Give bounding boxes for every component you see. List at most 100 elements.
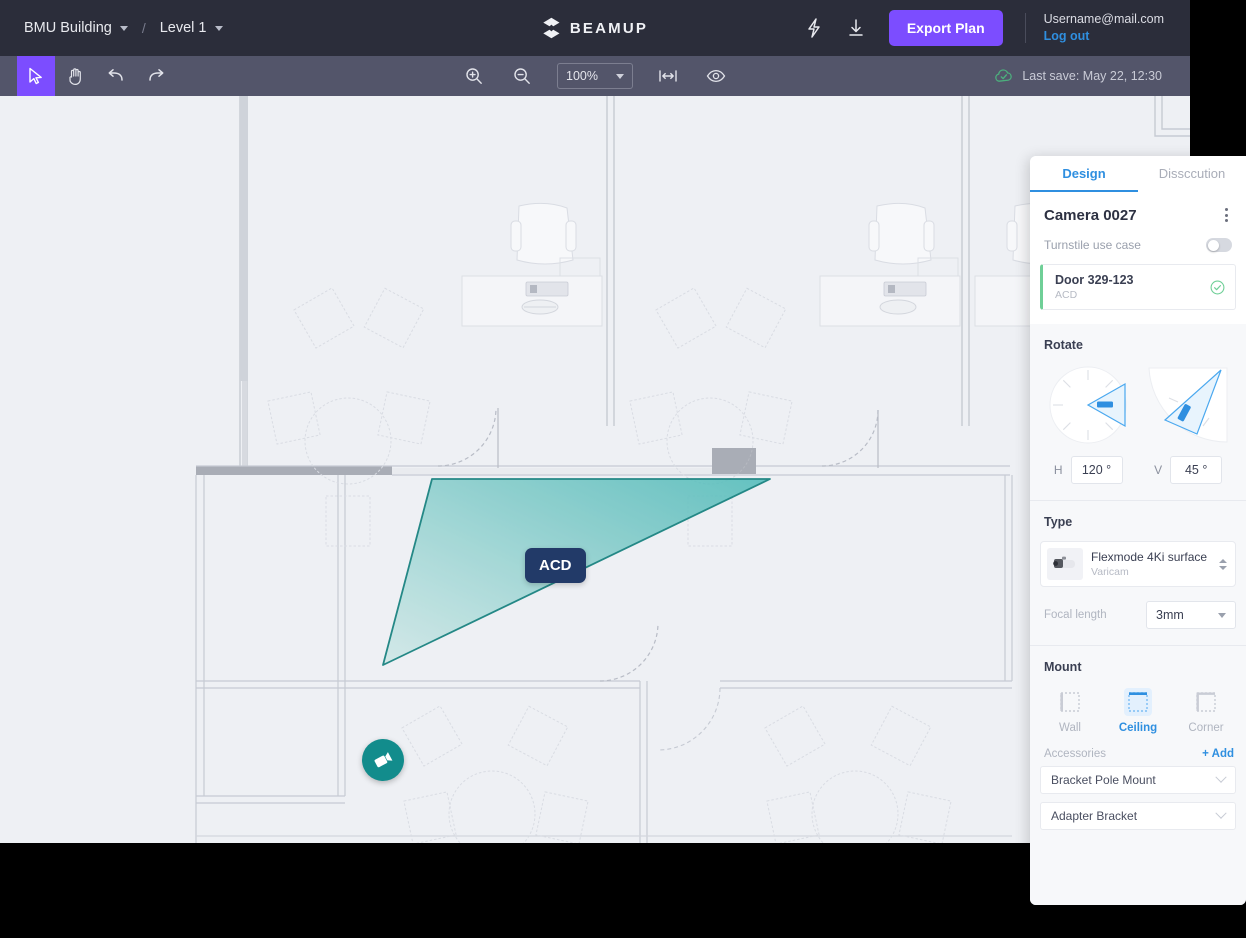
chevron-down-icon	[616, 74, 624, 79]
horizontal-angle-label: H	[1054, 463, 1063, 477]
zoom-in-icon	[465, 67, 483, 85]
mount-option-corner[interactable]: Corner	[1180, 688, 1232, 734]
redo-button[interactable]	[137, 56, 175, 96]
breadcrumb-item-level[interactable]: Level 1	[160, 20, 223, 36]
logout-link[interactable]: Log out	[1044, 28, 1164, 45]
breadcrumb-item-building[interactable]: BMU Building	[24, 20, 128, 36]
mount-corner-label: Corner	[1188, 722, 1223, 734]
horizontal-rotate-dial[interactable]	[1047, 364, 1129, 446]
zoom-out-icon	[513, 67, 531, 85]
properties-panel: Design Dissccution Camera 0027 Turnstile…	[1030, 156, 1246, 905]
tab-dissccution[interactable]: Dissccution	[1138, 156, 1246, 192]
focal-length-select[interactable]: 3mm	[1146, 601, 1236, 629]
tab-design[interactable]: Design	[1030, 156, 1138, 192]
focal-length-value: 3mm	[1156, 608, 1184, 622]
camera-thumb-icon	[1047, 548, 1083, 580]
rotate-dials	[1030, 356, 1246, 450]
panel-tabs: Design Dissccution	[1030, 156, 1246, 192]
cloud-check-icon	[994, 68, 1014, 84]
app-header: BMU Building / Level 1 BEAMUP	[0, 0, 1190, 56]
undo-button[interactable]	[97, 56, 135, 96]
focal-length-label: Focal length	[1044, 609, 1107, 621]
mount-ceiling-label: Ceiling	[1119, 722, 1157, 734]
mount-option-ceiling[interactable]: Ceiling	[1112, 688, 1164, 734]
panel-title: Camera 0027	[1044, 207, 1137, 224]
logo-text: BEAMUP	[570, 20, 648, 37]
floorplan-canvas[interactable]: ACD	[0, 96, 1190, 843]
rotate-section-title: Rotate	[1030, 324, 1246, 356]
vertical-angle-input[interactable]: 45 °	[1170, 456, 1222, 484]
accessory-label: Adapter Bracket	[1051, 809, 1137, 823]
turnstile-label: Turnstile use case	[1044, 238, 1141, 252]
accessories-title: Accessories	[1044, 748, 1106, 760]
user-account: Username@mail.com Log out	[1044, 11, 1190, 45]
mount-ceiling-icon	[1124, 688, 1152, 716]
horizontal-angle-input[interactable]: 120 °	[1071, 456, 1123, 484]
app-root: BMU Building / Level 1 BEAMUP	[0, 0, 1246, 938]
lightning-icon[interactable]	[797, 11, 831, 45]
vertical-angle-group: V 45 °	[1154, 456, 1222, 484]
mount-section-title: Mount	[1030, 646, 1246, 678]
breadcrumb-building-label: BMU Building	[24, 20, 112, 36]
chevron-down-icon	[120, 26, 128, 31]
stepper-icon[interactable]	[1215, 559, 1227, 570]
header-actions: Export Plan Username@mail.com Log out	[797, 10, 1190, 46]
fit-to-width-icon	[658, 69, 678, 83]
vertical-angle-label: V	[1154, 463, 1162, 477]
mount-wall-icon	[1056, 688, 1084, 716]
visibility-button[interactable]	[697, 56, 735, 96]
door-subtitle: ACD	[1055, 289, 1134, 301]
zoom-level-value: 100%	[566, 69, 598, 83]
cursor-icon	[28, 67, 44, 85]
accessory-select-bracket-pole-mount[interactable]: Bracket Pole Mount	[1040, 766, 1236, 794]
toolbar-tools	[0, 56, 175, 96]
header-divider	[1025, 13, 1026, 43]
fit-to-width-button[interactable]	[649, 56, 687, 96]
breadcrumb: BMU Building / Level 1	[0, 20, 223, 36]
beamup-logo-icon	[542, 17, 561, 39]
eye-icon	[706, 69, 726, 83]
accessory-select-adapter-bracket[interactable]: Adapter Bracket	[1040, 802, 1236, 830]
hand-icon	[67, 66, 85, 86]
zoom-out-button[interactable]	[503, 56, 541, 96]
chevron-down-icon	[215, 26, 223, 31]
export-plan-button[interactable]: Export Plan	[889, 10, 1003, 46]
camera-type-brand: Varicam	[1091, 566, 1207, 578]
chevron-down-icon	[1218, 613, 1226, 618]
zoom-level-select[interactable]: 100%	[557, 63, 633, 89]
door-card[interactable]: Door 329-123 ACD	[1040, 264, 1236, 310]
cursor-tool-button[interactable]	[17, 56, 55, 96]
rotate-angle-inputs: H 120 ° V 45 °	[1030, 450, 1246, 500]
vertical-rotate-dial[interactable]	[1147, 364, 1229, 446]
undo-icon	[106, 68, 126, 84]
accessories-add-button[interactable]: + Add	[1202, 748, 1234, 760]
toolbar-zoom-controls: 100%	[455, 56, 735, 96]
turnstile-row: Turnstile use case	[1030, 234, 1246, 264]
focal-length-row: Focal length 3mm	[1030, 587, 1246, 645]
turnstile-toggle[interactable]	[1206, 238, 1232, 252]
user-email: Username@mail.com	[1044, 11, 1164, 28]
accessory-label: Bracket Pole Mount	[1051, 773, 1156, 787]
app-window: BMU Building / Level 1 BEAMUP	[0, 0, 1190, 843]
app-logo: BEAMUP	[542, 17, 648, 39]
desk-group	[462, 203, 1095, 326]
camera-icon	[373, 752, 393, 768]
save-status: Last save: May 22, 12:30	[994, 68, 1190, 84]
horizontal-angle-group: H 120 °	[1054, 456, 1123, 484]
door-name: Door 329-123	[1055, 273, 1134, 287]
toolbar: 100%	[0, 56, 1190, 96]
mount-option-wall[interactable]: Wall	[1044, 688, 1096, 734]
acd-chip[interactable]: ACD	[525, 548, 586, 583]
camera-type-select[interactable]: Flexmode 4Ki surface Varicam	[1040, 541, 1236, 587]
chevron-down-icon	[1215, 772, 1226, 783]
floorplan-drawing	[0, 96, 1190, 843]
kebab-menu-icon[interactable]	[1221, 204, 1232, 226]
mount-corner-icon	[1192, 688, 1220, 716]
type-section-title: Type	[1030, 501, 1246, 533]
download-icon[interactable]	[839, 11, 873, 45]
breadcrumb-level-label: Level 1	[160, 20, 207, 36]
panel-body: Rotate	[1030, 324, 1246, 905]
zoom-in-button[interactable]	[455, 56, 493, 96]
pan-tool-button[interactable]	[57, 56, 95, 96]
camera-marker[interactable]	[362, 739, 404, 781]
